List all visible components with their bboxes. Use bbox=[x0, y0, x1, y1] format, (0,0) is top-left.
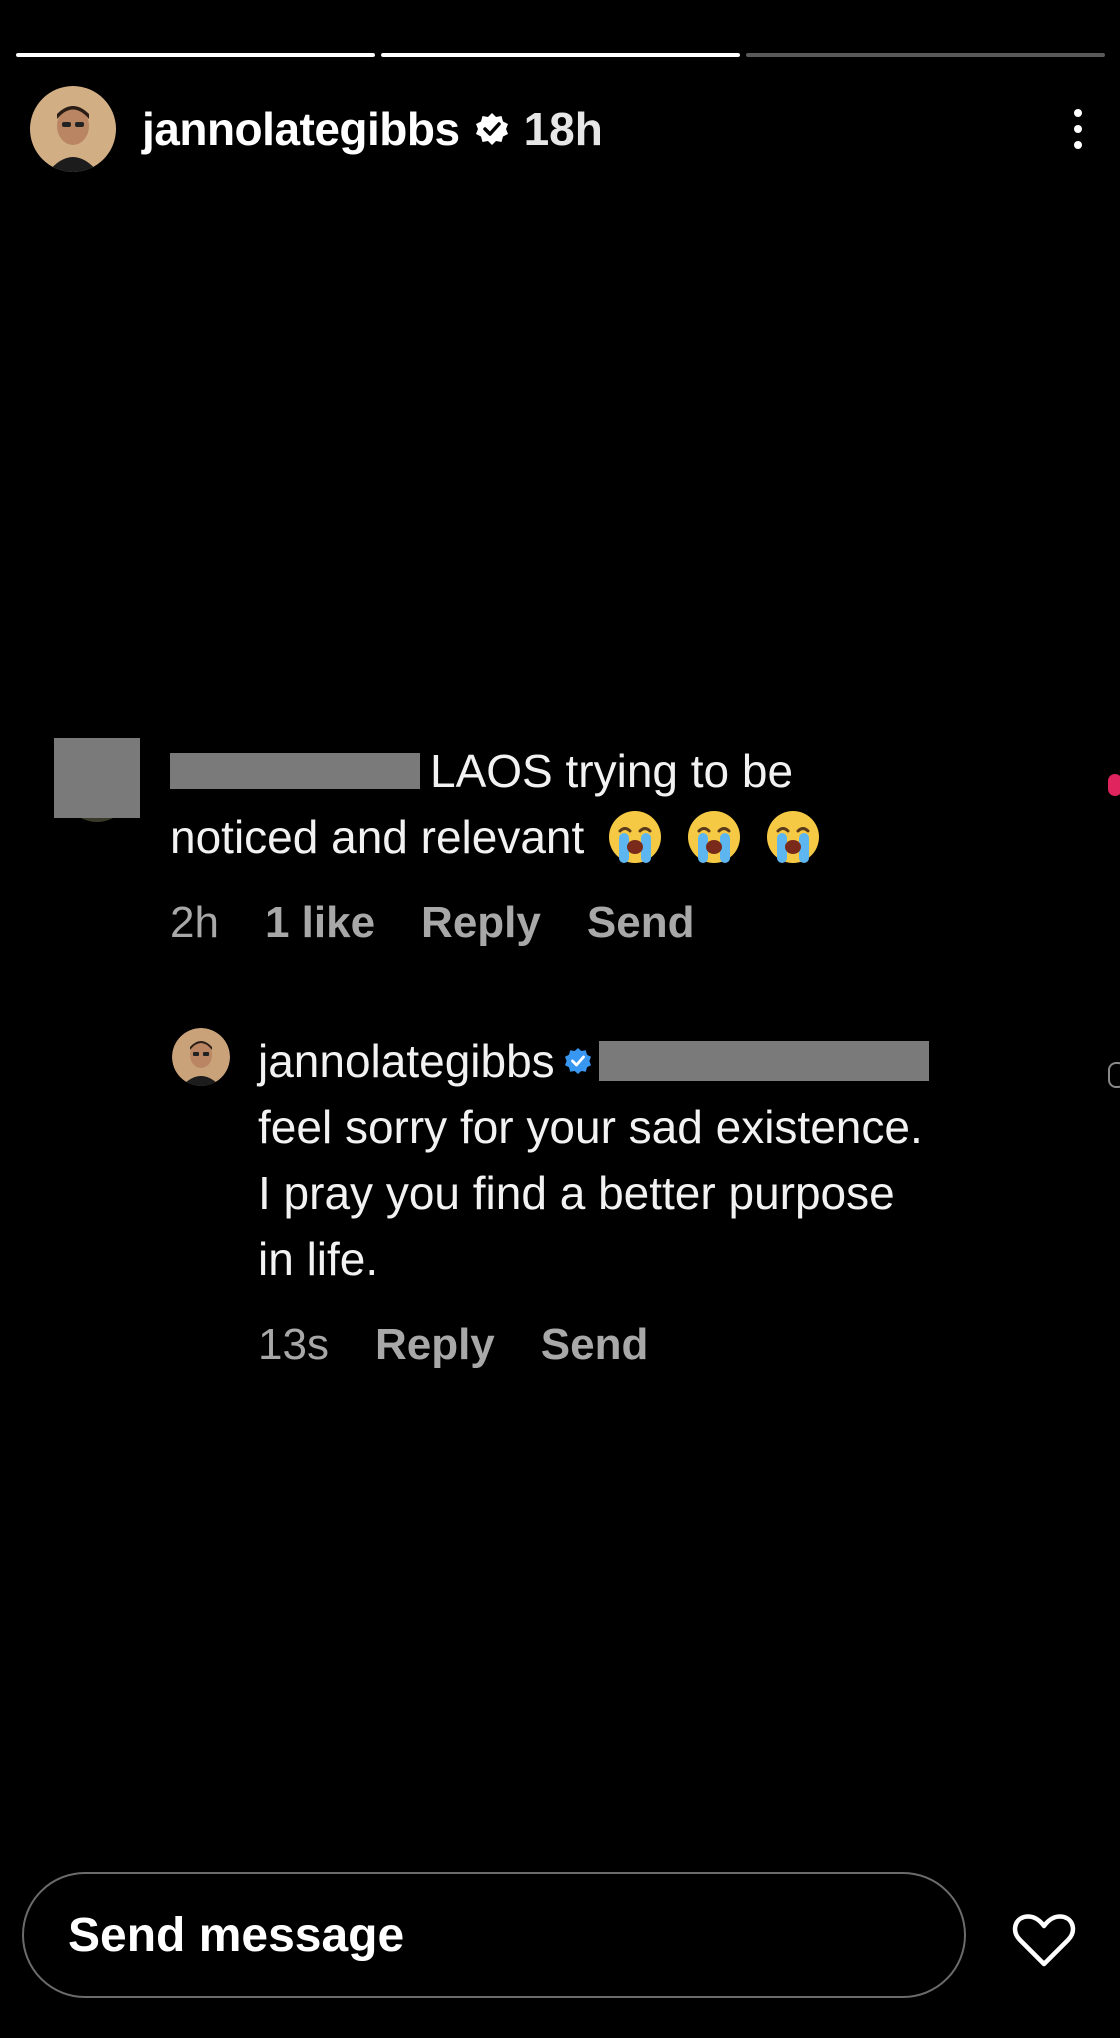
redacted-avatar-icon bbox=[54, 738, 140, 822]
profile-photo-icon bbox=[30, 86, 116, 172]
story-username[interactable]: jannolategibbs bbox=[142, 102, 460, 156]
reply-username[interactable]: jannolategibbs bbox=[258, 1035, 555, 1087]
comment-meta: 2h 1 like Reply Send bbox=[170, 890, 1050, 956]
reply-text-line-0: jannolategibbs bbox=[258, 1028, 1078, 1094]
send-message-placeholder: Send message bbox=[68, 1908, 405, 1962]
progress-segment-3 bbox=[746, 53, 1105, 57]
like-heart-outline-icon[interactable] bbox=[1108, 1062, 1120, 1088]
profile-avatar[interactable] bbox=[30, 86, 116, 172]
comment-body: LAOS trying to be noticed and relevant 2… bbox=[170, 738, 1050, 956]
heart-outline-icon[interactable] bbox=[1012, 1912, 1076, 1968]
comment-time: 2h bbox=[170, 898, 219, 947]
comment-text-line-2-wrap: noticed and relevant bbox=[170, 804, 1050, 870]
reply-text-line-3: in life. bbox=[258, 1233, 379, 1285]
story-progress-bars bbox=[16, 53, 1105, 57]
story-timestamp: 18h bbox=[523, 103, 603, 155]
comment-likes[interactable]: 1 like bbox=[265, 890, 375, 956]
verified-badge-icon bbox=[564, 1047, 591, 1074]
like-heart-icon[interactable] bbox=[1108, 774, 1120, 796]
profile-photo-icon bbox=[172, 1028, 230, 1086]
redacted-mention bbox=[598, 1040, 929, 1081]
reply-time: 13s bbox=[258, 1320, 329, 1369]
comment-text: LAOS trying to be bbox=[170, 738, 1050, 804]
loudly-crying-face-icon bbox=[609, 810, 662, 863]
reply-avatar[interactable] bbox=[172, 1028, 230, 1086]
send-button[interactable]: Send bbox=[541, 1312, 649, 1378]
progress-segment-2 bbox=[381, 53, 740, 57]
verified-badge-icon bbox=[475, 113, 508, 145]
reply-text-line-1: feel sorry for your sad existence. bbox=[258, 1101, 923, 1153]
send-message-input[interactable]: Send message bbox=[22, 1872, 966, 1998]
comment-text-line-2: noticed and relevant bbox=[170, 811, 585, 863]
reply-text-line-2: I pray you find a better purpose bbox=[258, 1167, 895, 1219]
story-header: jannolategibbs 18h bbox=[30, 86, 1090, 172]
vertical-ellipsis-icon[interactable] bbox=[1066, 99, 1090, 159]
redacted-username bbox=[170, 752, 420, 789]
loudly-crying-face-icon bbox=[687, 810, 740, 863]
progress-fill-2 bbox=[381, 53, 740, 57]
reply-meta: 13s Reply Send bbox=[258, 1312, 1078, 1378]
loudly-crying-face-icon bbox=[766, 810, 819, 863]
reply-button[interactable]: Reply bbox=[421, 890, 541, 956]
reply-body: jannolategibbs feel sorry for your sad e… bbox=[258, 1028, 1078, 1378]
progress-segment-1 bbox=[16, 53, 375, 57]
progress-fill-1 bbox=[16, 53, 375, 57]
comment-text-line-1: LAOS trying to be bbox=[430, 745, 794, 797]
reply-button[interactable]: Reply bbox=[375, 1312, 495, 1378]
send-button[interactable]: Send bbox=[587, 890, 695, 956]
